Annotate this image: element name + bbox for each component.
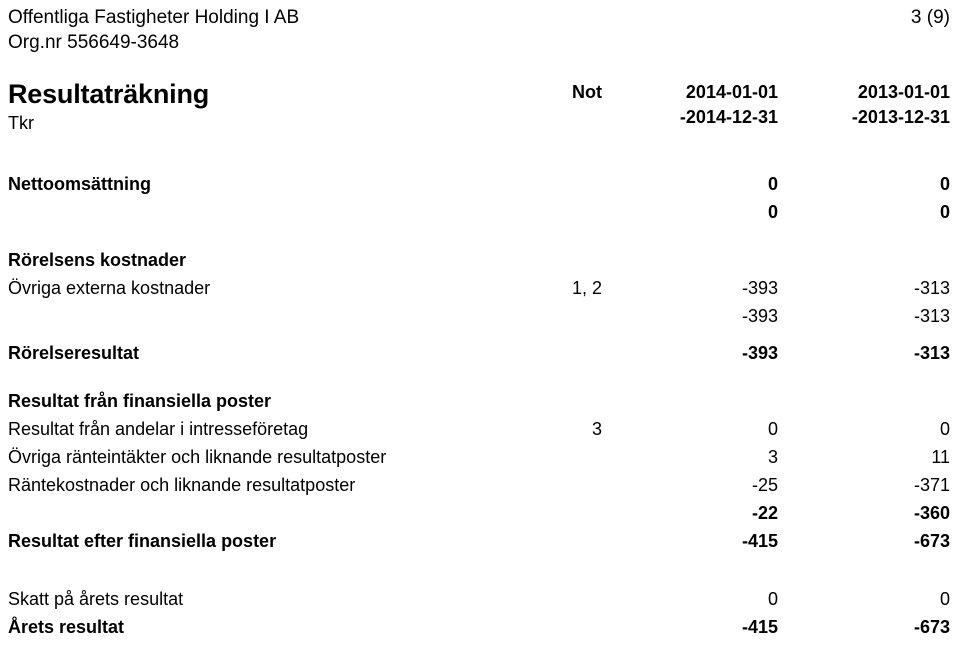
period-current-start: 2014-01-01 — [685, 82, 778, 102]
row-nettoomsattning-subtotal: 00 — [8, 198, 950, 226]
document-header: Offentliga Fastigheter Holding I AB Org.… — [8, 0, 950, 55]
column-header-note: Not — [572, 82, 602, 102]
period-previous-start: 2013-01-01 — [857, 82, 950, 102]
row-note-reference: 1, 2 — [571, 278, 602, 298]
row-amount-current-period: -415 — [741, 617, 778, 637]
column-header-spacer — [8, 80, 516, 130]
row-amount-current-period: -393 — [741, 306, 778, 326]
row-label: Årets resultat — [8, 617, 125, 637]
row-label: Skatt på årets resultat — [8, 589, 184, 609]
row-resultat-andelar-intressefortag: Resultat från andelar i intresseföretag 3… — [8, 415, 950, 443]
row-amount-current-period: -393 — [741, 343, 778, 363]
statement-title-block: Resultaträkning Tkr Not 2014-01-01 -2014… — [8, 78, 950, 142]
period-current-end: -2014-12-31 — [679, 107, 778, 127]
row-label: Resultat från finansiella poster — [8, 391, 272, 411]
page-number: 3 (9) — [910, 7, 950, 28]
row-amount-current-period: -415 — [741, 531, 778, 551]
row-ovriga-ranteintakter: Övriga ränteintäkter och liknande result… — [8, 443, 950, 471]
income-statement-rows: Nettoomsättning 0 0 0 0 Rörelsens kostnader Öv… — [8, 170, 950, 641]
row-label: Nettoomsättning — [8, 174, 151, 194]
row-amount-previous-period: -313 — [913, 278, 950, 298]
row-kostnader-subtotal: -393 -313 — [8, 302, 950, 330]
row-amount-previous-period: 11 — [931, 447, 950, 467]
row-amount-previous-period: 0 — [939, 419, 950, 439]
row-label: Rörelseresultat — [8, 343, 140, 363]
row-label: Övriga externa kostnader — [8, 278, 211, 298]
row-amount-previous-period: -360 — [913, 503, 950, 523]
row-amount-current-period: 3 — [767, 447, 778, 467]
row-amount-current-period: -25 — [751, 475, 778, 495]
organisation-number: Org.nr 556649-3648 — [8, 32, 180, 53]
row-amount-current-period: -22 — [751, 503, 778, 523]
row-amount-current-period: 0 — [767, 589, 778, 609]
row-amount-current-period: 0 — [767, 202, 778, 222]
row-skatt-pa-arets-resultat: Skatt på årets resultat 0 0 — [8, 585, 950, 613]
row-amount-previous-period: -673 — [913, 617, 950, 637]
row-amount-previous-period: 0 — [939, 202, 950, 222]
row-amount-current-period: 0 — [767, 174, 778, 194]
row-label: Räntekostnader och liknande resultatpost… — [8, 475, 356, 495]
row-amount-previous-period: -371 — [913, 475, 950, 495]
row-amount-previous-period: -313 — [913, 306, 950, 326]
row-resultat-efter-finansiella-poster: Resultat efter finansiella poster -415 -67… — [8, 527, 950, 555]
row-finansiella-poster-heading: Resultat från finansiella poster — [8, 387, 950, 415]
column-headers: Not 2014-01-01 -2014-12-31 2013-01-01 -2… — [8, 80, 950, 130]
row-note-reference: 3 — [591, 419, 602, 439]
document-page: Offentliga Fastigheter Holding I AB Org.… — [0, 0, 960, 645]
row-amount-current-period: -393 — [741, 278, 778, 298]
row-label: Resultat från andelar i intresseföretag — [8, 419, 309, 439]
row-ovriga-externa-kostnader: Övriga externa kostnader 1, 2 -393 -313 — [8, 274, 950, 302]
row-label: Övriga ränteintäkter och liknande result… — [8, 447, 387, 467]
row-amount-previous-period: 0 — [939, 589, 950, 609]
row-rorelseresultat: Rörelseresultat -393 -313 — [8, 339, 950, 367]
row-amount-previous-period: -673 — [913, 531, 950, 551]
period-previous-end: -2013-12-31 — [851, 107, 950, 127]
row-amount-previous-period: -313 — [913, 343, 950, 363]
row-nettoomsattning: Nettoomsättning 0 0 — [8, 170, 950, 198]
column-header-period-current: 2014-01-01 -2014-12-31 — [606, 80, 778, 130]
row-arets-resultat: Årets resultat -415 -673 — [8, 613, 950, 641]
row-amount-current-period: 0 — [767, 419, 778, 439]
row-label: Rörelsens kostnader — [8, 250, 187, 270]
row-rantekostnader: Räntekostnader och liknande resultatpost… — [8, 471, 950, 499]
row-finansiella-subtotal: -22 -360 — [8, 499, 950, 527]
row-label: Resultat efter finansiella poster — [8, 531, 277, 551]
column-header-period-previous: 2013-01-01 -2013-12-31 — [778, 80, 950, 130]
row-amount-previous-period: 0 — [939, 174, 950, 194]
company-name: Offentliga Fastigheter Holding I AB — [8, 7, 300, 28]
row-rorelsens-kostnader-heading: Rörelsens kostnader — [8, 246, 950, 274]
